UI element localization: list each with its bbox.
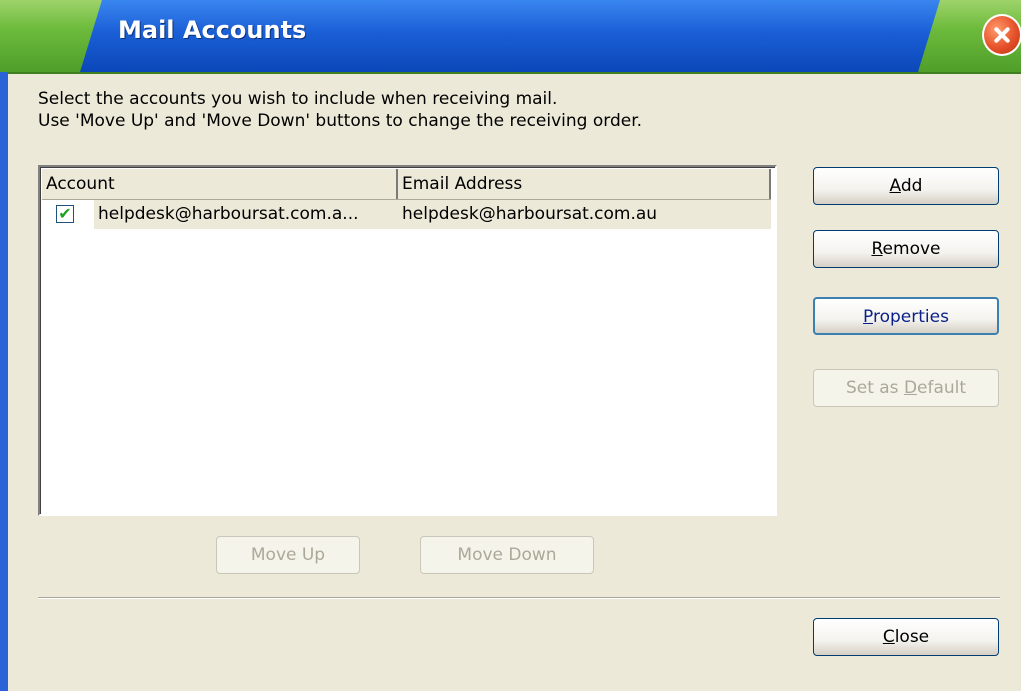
remove-mnemonic: R bbox=[871, 239, 883, 259]
remove-button[interactable]: Remove bbox=[813, 230, 999, 268]
column-header-email[interactable]: Email Address bbox=[398, 169, 771, 199]
instructions: Select the accounts you wish to include … bbox=[38, 88, 642, 132]
column-header-account[interactable]: Account bbox=[42, 169, 398, 199]
list-row[interactable]: ✔ helpdesk@harboursat.com.a... helpdesk@… bbox=[42, 200, 771, 229]
separator bbox=[38, 597, 1000, 599]
instruction-line-2: Use 'Move Up' and 'Move Down' buttons to… bbox=[38, 111, 643, 131]
list-header: Account Email Address bbox=[42, 169, 771, 200]
set-default-label: efault bbox=[917, 378, 967, 398]
close-label: lose bbox=[894, 627, 930, 647]
instruction-line-1: Select the accounts you wish to include … bbox=[38, 89, 558, 109]
window-close-icon[interactable] bbox=[982, 14, 1021, 56]
move-down-button[interactable]: Move Down bbox=[420, 536, 594, 574]
close-mnemonic: C bbox=[882, 627, 895, 647]
set-default-mnemonic: D bbox=[903, 378, 918, 398]
set-default-prefix: Set as bbox=[845, 378, 904, 398]
close-button[interactable]: Close bbox=[813, 618, 999, 656]
properties-mnemonic: P bbox=[863, 307, 873, 327]
accounts-list[interactable]: Account Email Address ✔ helpdesk@harbour… bbox=[38, 165, 777, 516]
account-cell: helpdesk@harboursat.com.a... bbox=[94, 200, 398, 229]
account-checkbox[interactable]: ✔ bbox=[56, 205, 74, 223]
properties-button[interactable]: Properties bbox=[813, 297, 999, 335]
move-up-button[interactable]: Move Up bbox=[216, 536, 360, 574]
remove-label: emove bbox=[882, 239, 941, 259]
set-as-default-button[interactable]: Set as Default bbox=[813, 369, 999, 407]
title-bar[interactable]: Mail Accounts bbox=[0, 0, 1021, 74]
properties-label: roperties bbox=[872, 307, 949, 327]
add-button[interactable]: Add bbox=[813, 167, 999, 205]
add-mnemonic: A bbox=[889, 176, 901, 196]
window-title: Mail Accounts bbox=[118, 16, 307, 44]
window-border bbox=[0, 72, 8, 691]
email-cell: helpdesk@harboursat.com.au bbox=[398, 200, 771, 229]
add-label: dd bbox=[900, 176, 923, 196]
